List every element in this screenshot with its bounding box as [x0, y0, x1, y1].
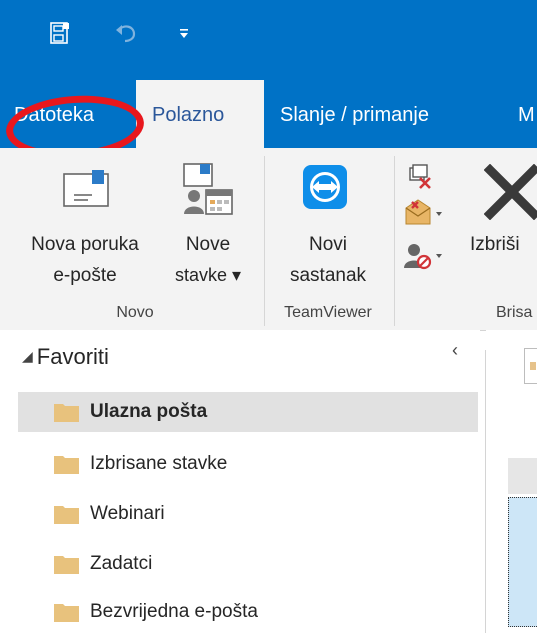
message-list-header[interactable] [508, 458, 537, 494]
tab-more-truncated[interactable]: M [506, 80, 537, 148]
ribbon-tab-row: Datoteka Polazno Slanje / primanje M [0, 80, 537, 148]
new-items-label-line1: Nove [185, 234, 231, 255]
new-items-label-line2: stavke ▾ [174, 265, 242, 285]
ribbon-panel: Nova poruka e-pošte Nove stavke ▾ Novo N… [0, 148, 537, 331]
title-bar [0, 0, 537, 80]
folder-icon [54, 404, 79, 422]
folder-icon [54, 506, 79, 524]
folder-inbox[interactable]: Ulazna pošta [18, 392, 478, 432]
group-separator [394, 156, 395, 326]
customize-quick-access-icon[interactable] [176, 26, 192, 42]
new-items-button[interactable]: Nove stavke ▾ [162, 148, 254, 298]
clean-up-icon[interactable] [404, 198, 442, 226]
group-label-teamviewer: TeamViewer [284, 304, 372, 321]
new-email-label-line2: e-pošte [53, 265, 117, 286]
folder-icon [54, 604, 79, 622]
delete-label: Izbriši [470, 234, 520, 255]
collapse-triangle-icon: ◢ [22, 348, 33, 364]
delete-x-icon [484, 164, 537, 220]
ignore-icon[interactable] [406, 164, 434, 190]
search-scope-icon [530, 362, 536, 370]
new-meeting-button[interactable]: Novi sastanak [266, 148, 390, 298]
navigation-pane: ◢ Favoriti ‹ Ulazna pošta Izbrisane stavk… [0, 330, 480, 633]
folder-label: Bezvrijedna e-pošta [90, 601, 258, 622]
minimize-pane-chevron-icon[interactable]: ‹ [452, 340, 458, 361]
new-email-label-line1: Nova poruka [31, 234, 139, 255]
new-items-icon [183, 163, 233, 215]
junk-icon[interactable] [404, 242, 442, 270]
message-list-selected-row[interactable] [508, 497, 537, 627]
group-label-brisanje: Brisa [496, 304, 533, 321]
folder-icon [54, 556, 79, 574]
folder-zadatci[interactable]: Zadatci [18, 544, 478, 584]
favorites-header[interactable]: ◢ Favoriti [22, 344, 109, 370]
folder-label: Ulazna pošta [90, 401, 208, 422]
tab-polazno[interactable]: Polazno [136, 80, 264, 148]
tab-slanje-primanje[interactable]: Slanje / primanje [266, 80, 506, 148]
delete-button[interactable]: Izbriši [456, 148, 537, 298]
group-separator [264, 156, 265, 326]
folder-webinari[interactable]: Webinari [18, 494, 478, 534]
undo-icon[interactable] [114, 22, 138, 44]
tab-datoteka[interactable]: Datoteka [0, 80, 136, 148]
folder-label: Zadatci [90, 553, 153, 574]
teamviewer-icon [303, 165, 347, 209]
new-meeting-label-line1: Novi [308, 234, 347, 255]
new-meeting-label-line2: sastanak [289, 265, 367, 286]
new-email-icon [63, 170, 109, 207]
folder-label: Izbrisane stavke [90, 453, 228, 474]
favorites-label: Favoriti [36, 344, 109, 369]
folder-label: Webinari [90, 503, 165, 524]
folder-icon [54, 456, 79, 474]
folder-deleted-items[interactable]: Izbrisane stavke [18, 444, 478, 484]
new-email-button[interactable]: Nova poruka e-pošte [10, 148, 160, 298]
folder-junk-email[interactable]: Bezvrijedna e-pošta [18, 592, 478, 632]
save-icon[interactable] [50, 22, 70, 44]
group-label-novo: Novo [116, 304, 154, 321]
